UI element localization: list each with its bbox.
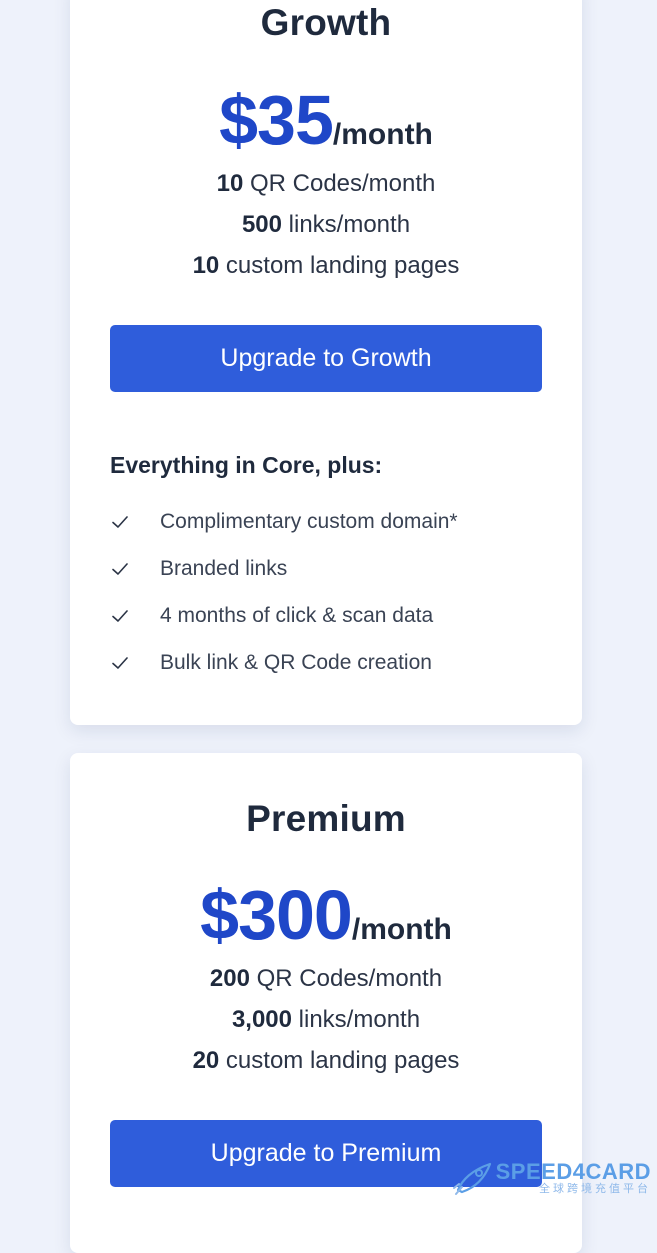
quota-label: links/month [292,1006,421,1033]
price-period: /month [351,913,452,946]
rocket-icon [452,1162,491,1195]
quota-amount: 10 [192,252,220,279]
quota-amount: 200 [209,965,250,992]
quota-qr-codes: 200 QR Codes/month [70,965,582,993]
feature-label: 4 months of click & scan data [160,604,434,627]
quota-amount: 500 [241,211,282,238]
quota-label: custom landing pages [219,252,460,279]
plan-title: Growth [260,2,392,43]
growth-plan-card: Growth $35/month 10 QR Codes/month 500 l… [70,0,582,725]
feature-label: Complimentary custom domain* [160,510,458,533]
check-icon [112,516,128,528]
quota-label: QR Codes/month [243,170,436,197]
price-amount: $300 [200,876,353,954]
price-period: /month [332,118,433,151]
features-heading: Everything in Core, plus: [110,452,383,478]
plan-price: $300/month [70,875,582,955]
feature-label: Bulk link & QR Code creation [160,651,432,674]
quota-landing-pages: 10 custom landing pages [70,252,582,280]
check-icon [112,610,128,622]
check-icon [112,563,128,575]
plan-price: $35/month [70,80,582,160]
feature-item: Bulk link & QR Code creation [110,648,562,678]
upgrade-to-growth-button[interactable]: Upgrade to Growth [110,325,542,392]
quota-amount: 20 [192,1047,220,1074]
quota-amount: 10 [216,170,244,197]
feature-item: Branded links [110,554,562,584]
quota-label: links/month [281,211,411,238]
quota-amount: 3,000 [231,1006,292,1033]
feature-item: 4 months of click & scan data [110,601,562,631]
watermark: SPEED4CARD 全球跨境充值平台 [452,1160,651,1196]
quota-label: custom landing pages [219,1047,460,1074]
watermark-brand: SPEED4CARD [495,1158,651,1184]
quota-qr-codes: 10 QR Codes/month [70,170,582,198]
quota-landing-pages: 20 custom landing pages [70,1047,582,1075]
quota-label: QR Codes/month [249,965,443,992]
watermark-subtitle: 全球跨境充值平台 [539,1182,651,1195]
quota-links: 500 links/month [70,211,582,239]
check-icon [112,657,128,669]
quota-links: 3,000 links/month [70,1006,582,1034]
plan-title: Premium [246,798,406,839]
price-amount: $35 [219,81,334,159]
feature-item: Complimentary custom domain* [110,507,562,537]
feature-label: Branded links [160,557,288,580]
